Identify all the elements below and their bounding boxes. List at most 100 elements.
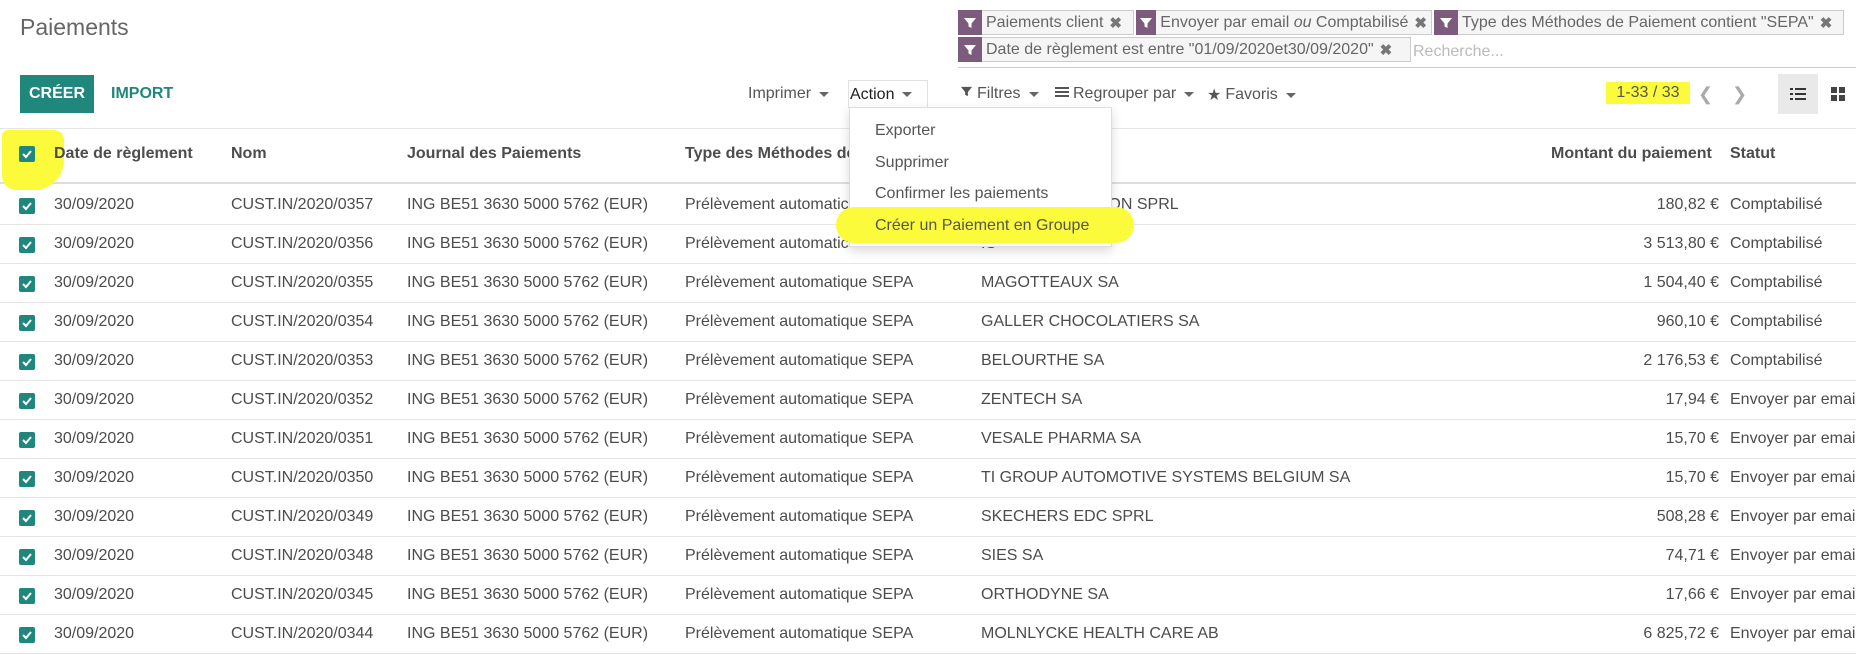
cell-status: Envoyer par email [1730, 625, 1856, 642]
cell-amount: 3 513,80 € [1643, 235, 1719, 252]
row-checkbox[interactable] [19, 276, 35, 292]
caret-down-icon [819, 91, 830, 97]
row-checkbox[interactable] [19, 354, 35, 370]
chevron-left-icon[interactable]: ❮ [1698, 84, 1713, 105]
action-label: Action [850, 85, 895, 103]
cell-date: 30/09/2020 [54, 625, 135, 642]
check-icon [22, 202, 32, 211]
column-header-amount[interactable]: Montant du paiement [1551, 145, 1712, 163]
search-box[interactable]: Paiements client ✖ Envoyer par email ou … [958, 10, 1856, 68]
cell-date: 30/09/2020 [54, 235, 135, 252]
filters-label: Filtres [977, 85, 1021, 102]
column-header-name[interactable]: Nom [231, 145, 267, 163]
cell-method-type: Prélèvement automatic [685, 235, 849, 252]
favorites-dropdown[interactable]: ★ Favoris [1207, 85, 1296, 105]
row-checkbox[interactable] [19, 510, 35, 526]
row-checkbox[interactable] [19, 198, 35, 214]
row-checkbox[interactable] [19, 237, 35, 253]
table-row[interactable]: 30/09/2020 CUST.IN/2020/0348 ING BE51 3630… [0, 537, 1856, 576]
table-row[interactable]: 30/09/2020 CUST.IN/2020/0354 ING BE51 3630… [0, 303, 1856, 342]
row-checkbox[interactable] [19, 627, 35, 643]
select-all-checkbox[interactable] [19, 146, 35, 162]
cell-journal: ING BE51 3630 5000 5762 (EUR) [407, 625, 649, 642]
import-button[interactable]: IMPORT [111, 85, 173, 103]
table-row[interactable]: 30/09/2020 CUST.IN/2020/0349 ING BE51 3630… [0, 498, 1856, 537]
cell-method-type: Prélèvement automatique SEPA [685, 508, 914, 525]
action-dropdown[interactable]: Action [848, 80, 928, 108]
cell-amount: 2 176,53 € [1643, 352, 1719, 369]
column-header-journal[interactable]: Journal des Paiements [407, 145, 581, 163]
search-facet[interactable]: Paiements client ✖ [958, 10, 1134, 35]
cell-journal: ING BE51 3630 5000 5762 (EUR) [407, 430, 649, 447]
row-checkbox[interactable] [19, 549, 35, 565]
cell-status: Envoyer par email [1730, 547, 1856, 564]
cell-amount: 15,70 € [1665, 469, 1719, 486]
cell-partner: SIES SA [981, 547, 1044, 564]
table-row[interactable]: 30/09/2020 CUST.IN/2020/0344 ING BE51 3630… [0, 615, 1856, 654]
check-icon [22, 280, 32, 289]
kanban-view-button[interactable] [1818, 74, 1856, 114]
caret-down-icon [1028, 91, 1039, 97]
check-icon [22, 592, 32, 601]
column-header-date[interactable]: Date de règlement [54, 145, 193, 163]
check-icon [22, 475, 32, 484]
check-icon [22, 553, 32, 562]
cell-journal: ING BE51 3630 5000 5762 (EUR) [407, 547, 649, 564]
search-facet[interactable]: Date de règlement est entre "01/09/2020e… [958, 37, 1411, 62]
cell-date: 30/09/2020 [54, 469, 135, 486]
remove-facet-icon[interactable]: ✖ [1380, 41, 1393, 59]
cell-date: 30/09/2020 [54, 547, 135, 564]
column-header-status[interactable]: Statut [1730, 145, 1775, 163]
table-row[interactable]: 30/09/2020 CUST.IN/2020/0352 ING BE51 3630… [0, 381, 1856, 420]
row-checkbox[interactable] [19, 315, 35, 331]
cell-amount: 6 825,72 € [1643, 625, 1719, 642]
menu-item-create-batch-payment[interactable]: Créer un Paiement en Groupe [875, 217, 1089, 235]
pager-value[interactable]: 1-33 / 33 [1606, 82, 1690, 104]
cell-method-type: Prélèvement automatique SEPA [685, 469, 914, 486]
cell-status: Comptabilisé [1730, 274, 1823, 291]
cell-method-type: Prélèvement automatique SEPA [685, 586, 914, 603]
remove-facet-icon[interactable]: ✖ [1109, 14, 1122, 32]
facet-label: Date de règlement est entre "01/09/2020e… [986, 40, 1374, 58]
list-view-button[interactable] [1778, 74, 1818, 114]
cell-amount: 1 504,40 € [1643, 274, 1719, 291]
row-checkbox[interactable] [19, 471, 35, 487]
cell-name: CUST.IN/2020/0350 [231, 469, 374, 486]
cell-status: Envoyer par email [1730, 586, 1856, 603]
create-button[interactable]: CRÉER [20, 75, 94, 113]
filter-icon [958, 37, 982, 62]
search-facet[interactable]: Envoyer par email ou Comptabilisé ✖ [1136, 10, 1432, 35]
row-checkbox[interactable] [19, 432, 35, 448]
cell-journal: ING BE51 3630 5000 5762 (EUR) [407, 508, 649, 525]
table-row[interactable]: 30/09/2020 CUST.IN/2020/0351 ING BE51 3630… [0, 420, 1856, 459]
column-header-method-type[interactable]: Type des Méthodes de [685, 145, 855, 163]
remove-facet-icon[interactable]: ✖ [1820, 14, 1833, 32]
cell-name: CUST.IN/2020/0349 [231, 508, 374, 525]
table-row[interactable]: 30/09/2020 CUST.IN/2020/0345 ING BE51 3630… [0, 576, 1856, 615]
print-dropdown[interactable]: Imprimer [748, 85, 830, 103]
table-row[interactable]: 30/09/2020 CUST.IN/2020/0350 ING BE51 3630… [0, 459, 1856, 498]
favorites-label: Favoris [1225, 86, 1278, 103]
cell-name: CUST.IN/2020/0345 [231, 586, 374, 603]
table-row[interactable]: 30/09/2020 CUST.IN/2020/0355 ING BE51 3630… [0, 264, 1856, 303]
cell-method-type: Prélèvement automatique SEPA [685, 274, 914, 291]
row-checkbox[interactable] [19, 588, 35, 604]
menu-item-confirm-payments[interactable]: Confirmer les paiements [875, 185, 1048, 203]
cell-journal: ING BE51 3630 5000 5762 (EUR) [407, 313, 649, 330]
cell-name: CUST.IN/2020/0344 [231, 625, 374, 642]
filters-dropdown[interactable]: Filtres [960, 85, 1039, 103]
groupby-dropdown[interactable]: Regrouper par [1055, 85, 1195, 103]
cell-partner: GALLER CHOCOLATIERS SA [981, 313, 1200, 330]
menu-item-export[interactable]: Exporter [875, 122, 935, 140]
chevron-right-icon[interactable]: ❯ [1732, 84, 1747, 105]
cell-date: 30/09/2020 [54, 196, 135, 213]
cell-status: Envoyer par email [1730, 469, 1856, 486]
row-checkbox[interactable] [19, 393, 35, 409]
cell-name: CUST.IN/2020/0353 [231, 352, 374, 369]
menu-item-delete[interactable]: Supprimer [875, 154, 949, 172]
remove-facet-icon[interactable]: ✖ [1414, 14, 1427, 32]
search-facet[interactable]: Type des Méthodes de Paiement contient "… [1434, 10, 1844, 35]
search-input[interactable] [1413, 40, 1843, 64]
table-row[interactable]: 30/09/2020 CUST.IN/2020/0353 ING BE51 3630… [0, 342, 1856, 381]
caret-down-icon [1285, 92, 1296, 98]
